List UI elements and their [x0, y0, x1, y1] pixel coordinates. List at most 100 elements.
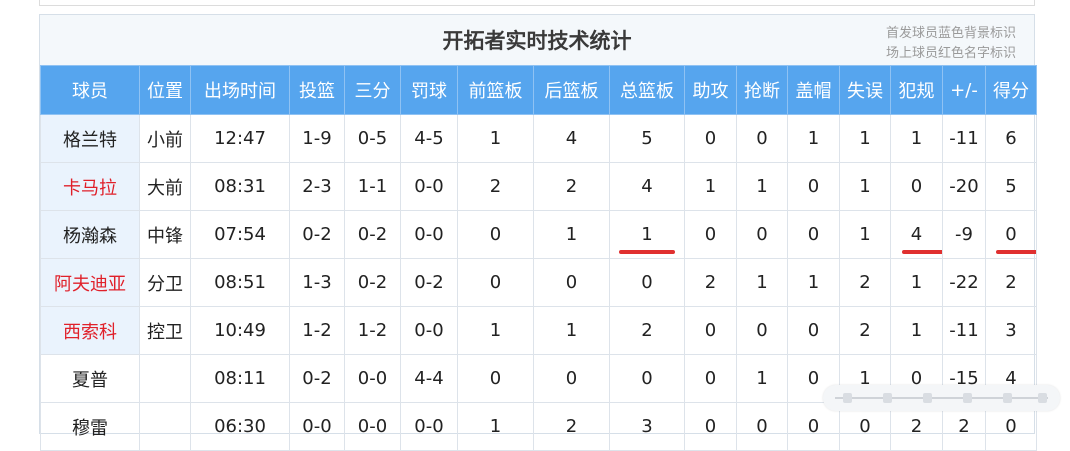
- column-header: +/-: [942, 65, 986, 115]
- stat-cell: 0: [684, 114, 737, 163]
- stat-value: 1: [910, 128, 923, 149]
- stat-cell: 分卫: [139, 258, 191, 307]
- stat-cell: 5: [985, 162, 1037, 211]
- stat-value: 0: [641, 368, 653, 389]
- column-header: 抢断: [736, 65, 788, 115]
- stat-cell: 0: [736, 114, 788, 163]
- player-row: 阿夫迪亚 分卫 08:51 1-3 0-2 0-2 0 0 0 2 1 1 2 1 -22 2: [40, 258, 1037, 307]
- stat-value: 0: [807, 320, 820, 341]
- stat-cell: 0-0: [400, 402, 458, 451]
- underlined-stat-value: 4: [901, 224, 942, 254]
- scrollbar-tick: [963, 393, 972, 403]
- stat-cell: -9: [942, 210, 986, 259]
- column-header: 犯规: [890, 65, 943, 115]
- stat-value: 1-2: [357, 320, 388, 341]
- stat-cell: 12:47: [190, 114, 290, 163]
- stat-cell: 1-1: [344, 162, 401, 211]
- stat-value: 2: [704, 272, 717, 293]
- stat-value: -20: [949, 176, 979, 197]
- stat-cell: 0: [684, 354, 737, 403]
- stat-value: 0: [704, 128, 717, 149]
- stat-cell: 1: [533, 306, 610, 355]
- stat-value: 0-2: [302, 224, 332, 245]
- stat-value: 0-2: [357, 272, 388, 293]
- stat-value: 1: [910, 320, 923, 341]
- stat-cell: 大前: [139, 162, 191, 211]
- stat-cell: 1-9: [289, 114, 345, 163]
- player-name-cell[interactable]: 卡马拉: [40, 162, 140, 211]
- stat-cell: 2: [839, 258, 891, 307]
- stat-cell: 1: [457, 306, 534, 355]
- stat-value: 4: [565, 128, 578, 149]
- stat-cell: 0: [609, 258, 685, 307]
- stat-value: 6: [1005, 128, 1017, 149]
- stat-value: 5: [1005, 176, 1017, 197]
- scrollbar-tick: [883, 393, 892, 403]
- stat-value: 3: [641, 416, 653, 437]
- stat-value: 0-0: [357, 368, 388, 389]
- stat-value: 0-0: [414, 224, 444, 245]
- stat-cell: 0: [533, 354, 610, 403]
- stat-value: 2: [1005, 272, 1017, 293]
- stat-cell: 1: [457, 402, 534, 451]
- stat-cell: 0-5: [344, 114, 401, 163]
- column-header: 总篮板: [609, 65, 685, 115]
- stat-value: 0: [807, 176, 820, 197]
- stat-cell: 0-2: [289, 354, 345, 403]
- stat-cell: 3: [985, 306, 1037, 355]
- stat-cell: 1: [890, 114, 943, 163]
- player-name-cell[interactable]: 夏普: [40, 354, 140, 403]
- stat-cell: 0-2: [400, 258, 458, 307]
- stat-value: 1: [807, 272, 820, 293]
- stat-value: 3: [1005, 320, 1017, 341]
- column-header: 球员: [40, 65, 140, 115]
- stat-value: 12:47: [214, 128, 266, 149]
- stat-cell: 2: [839, 306, 891, 355]
- stat-value: 10:49: [214, 320, 266, 341]
- stat-value: 2-3: [302, 176, 332, 197]
- stat-value: 0: [756, 128, 768, 149]
- column-header: 位置: [139, 65, 191, 115]
- horizontal-scrollbar[interactable]: [823, 385, 1060, 411]
- stat-cell: 1: [609, 210, 685, 259]
- player-name-cell[interactable]: 格兰特: [40, 114, 140, 163]
- stat-value: 0: [756, 320, 768, 341]
- stat-cell: 0: [533, 258, 610, 307]
- player-name-cell[interactable]: 杨瀚森: [40, 210, 140, 259]
- stat-cell: 0-0: [289, 402, 345, 451]
- stat-value: -22: [949, 272, 979, 293]
- stat-value: 06:30: [214, 416, 266, 437]
- stat-cell: 0: [736, 402, 788, 451]
- stat-cell: 0: [457, 354, 534, 403]
- stat-cell: 3: [609, 402, 685, 451]
- scrollbar-track[interactable]: [835, 397, 1048, 399]
- stat-value: 1: [859, 128, 871, 149]
- stat-value: -11: [949, 128, 979, 149]
- stat-value: 0: [859, 416, 871, 437]
- stat-value: 0-0: [414, 176, 444, 197]
- stat-cell: [139, 402, 191, 451]
- player-row: 格兰特 小前 12:47 1-9 0-5 4-5 1 4 5 0 0 1 1 1 -11 6: [40, 114, 1037, 163]
- stat-cell: 控卫: [139, 306, 191, 355]
- column-header: 后篮板: [533, 65, 610, 115]
- stat-value: 1-9: [302, 128, 332, 149]
- stat-value: 0-2: [302, 368, 332, 389]
- column-header: 得分: [985, 65, 1037, 115]
- column-header: 助攻: [684, 65, 737, 115]
- stat-cell: 0: [736, 210, 788, 259]
- stat-cell: 0-2: [344, 258, 401, 307]
- stat-cell: 4-4: [400, 354, 458, 403]
- stat-cell: 0-0: [344, 402, 401, 451]
- player-name-cell[interactable]: 阿夫迪亚: [40, 258, 140, 307]
- stat-cell: 0-0: [344, 354, 401, 403]
- stat-value: 2: [489, 176, 502, 197]
- stats-panel: 开拓者实时技术统计 首发球员蓝色背景标识 场上球员红色名字标识 球员 位置 出场时间…: [39, 14, 1037, 451]
- stat-cell: 0-0: [400, 162, 458, 211]
- column-header: 盖帽: [787, 65, 840, 115]
- stat-value: 0: [756, 224, 768, 245]
- stat-cell: 08:31: [190, 162, 290, 211]
- scrollbar-tick: [1038, 393, 1047, 403]
- player-name-cell[interactable]: 穆雷: [40, 402, 140, 451]
- player-name-cell[interactable]: 西索科: [40, 306, 140, 355]
- stat-value: 0-0: [357, 416, 388, 437]
